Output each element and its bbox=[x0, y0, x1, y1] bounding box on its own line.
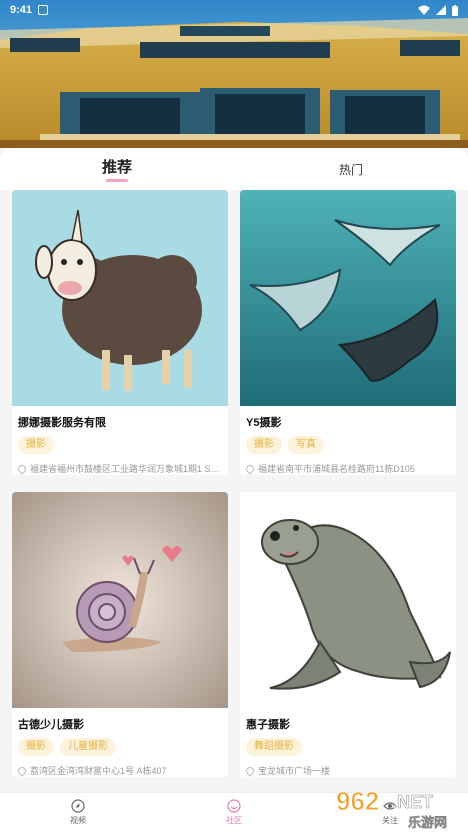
studio-card[interactable]: 惠子摄影 舞蹈摄影 宝龙城市广场一楼 bbox=[240, 492, 456, 777]
tab-label: 热门 bbox=[338, 162, 363, 177]
location-pin-icon bbox=[16, 764, 28, 777]
studio-address: 宝龙城市广场一楼 bbox=[240, 760, 456, 777]
building-photo bbox=[0, 0, 468, 148]
tag[interactable]: 舞蹈摄影 bbox=[246, 738, 302, 756]
watermark-logo: 962 .NET 乐游网 bbox=[330, 782, 468, 832]
tag[interactable]: 写真 bbox=[288, 436, 324, 454]
tag[interactable]: 摄影 bbox=[18, 738, 54, 756]
studio-address: 福建省南平市浦城县名桂路府11栋D105 bbox=[240, 458, 456, 475]
tab-popular[interactable]: 热门 bbox=[234, 148, 468, 190]
sea-lion-illustration bbox=[240, 492, 456, 708]
tag[interactable]: 摄影 bbox=[246, 436, 282, 454]
notification-icon bbox=[38, 5, 49, 15]
tag[interactable]: 摄影 bbox=[18, 436, 54, 454]
battery-icon bbox=[452, 4, 458, 16]
nav-item-community[interactable]: 社区 bbox=[156, 793, 312, 832]
tab-recommended[interactable]: 推荐 bbox=[0, 148, 234, 190]
studio-address: 荔湾区金湾湾财富中心1号 A栋407 bbox=[12, 760, 228, 777]
nav-item-video[interactable]: 视频 bbox=[0, 793, 156, 832]
address-text: 荔湾区金湾湾财富中心1号 A栋407 bbox=[30, 766, 167, 776]
studio-card[interactable]: 挪娜摄影服务有限 摄影 福建省福州市鼓楼区工业路华润万象城1期1 S5-1... bbox=[12, 190, 228, 475]
watermark-suffix: .NET bbox=[392, 792, 433, 812]
signal-icon bbox=[436, 5, 446, 15]
tab-bar: 推荐 热门 bbox=[0, 148, 468, 190]
manta-ray-illustration bbox=[240, 190, 456, 406]
watermark-subtitle: 乐游网 bbox=[408, 815, 447, 831]
app-screen: 9:41 推荐 热门 挪娜摄影服务有限 摄影 福建省福州市鼓楼区工业路华润万象城… bbox=[0, 0, 468, 832]
studio-card[interactable]: Y5摄影 摄影 写真 福建省南平市浦城县名桂路府11栋D105 bbox=[240, 190, 456, 475]
tab-label: 推荐 bbox=[101, 159, 132, 176]
location-pin-icon bbox=[244, 764, 256, 777]
tag-list: 舞蹈摄影 bbox=[240, 734, 456, 760]
wifi-icon bbox=[418, 5, 430, 15]
studio-card[interactable]: 古德少儿摄影 摄影 儿童摄影 荔湾区金湾湾财富中心1号 A栋407 bbox=[12, 492, 228, 777]
tag-list: 摄影 写真 bbox=[240, 432, 456, 458]
studio-address: 福建省福州市鼓楼区工业路华润万象城1期1 S5-1... bbox=[12, 458, 228, 475]
tag[interactable]: 儿童摄影 bbox=[60, 738, 116, 756]
status-bar: 9:41 bbox=[0, 0, 468, 20]
tag-list: 摄影 儿童摄影 bbox=[12, 734, 228, 760]
tab-active-indicator bbox=[106, 179, 128, 182]
watermark-brand: 962 bbox=[336, 786, 379, 816]
address-text: 福建省福州市鼓楼区工业路华润万象城1期1 S5-1... bbox=[30, 464, 222, 474]
compass-icon bbox=[71, 799, 85, 813]
address-text: 宝龙城市广场一楼 bbox=[258, 766, 331, 776]
studio-title: Y5摄影 bbox=[246, 417, 282, 429]
nav-label: 社区 bbox=[226, 816, 242, 825]
hero-banner[interactable]: 9:41 bbox=[0, 0, 468, 148]
address-text: 福建省南平市浦城县名桂路府11栋D105 bbox=[258, 464, 415, 474]
nav-label: 视频 bbox=[70, 816, 86, 825]
snail-illustration bbox=[12, 492, 228, 708]
smile-icon bbox=[227, 799, 241, 813]
content-sheet: 推荐 热门 挪娜摄影服务有限 摄影 福建省福州市鼓楼区工业路华润万象城1期1 S… bbox=[0, 148, 468, 792]
studio-title: 惠子摄影 bbox=[246, 719, 290, 731]
studio-title: 古德少儿摄影 bbox=[18, 719, 84, 731]
sheep-illustration bbox=[12, 190, 228, 406]
studio-title: 挪娜摄影服务有限 bbox=[18, 417, 106, 429]
tag-list: 摄影 bbox=[12, 432, 228, 458]
status-time: 9:41 bbox=[10, 4, 33, 16]
location-pin-icon bbox=[244, 462, 256, 475]
location-pin-icon bbox=[16, 462, 28, 475]
